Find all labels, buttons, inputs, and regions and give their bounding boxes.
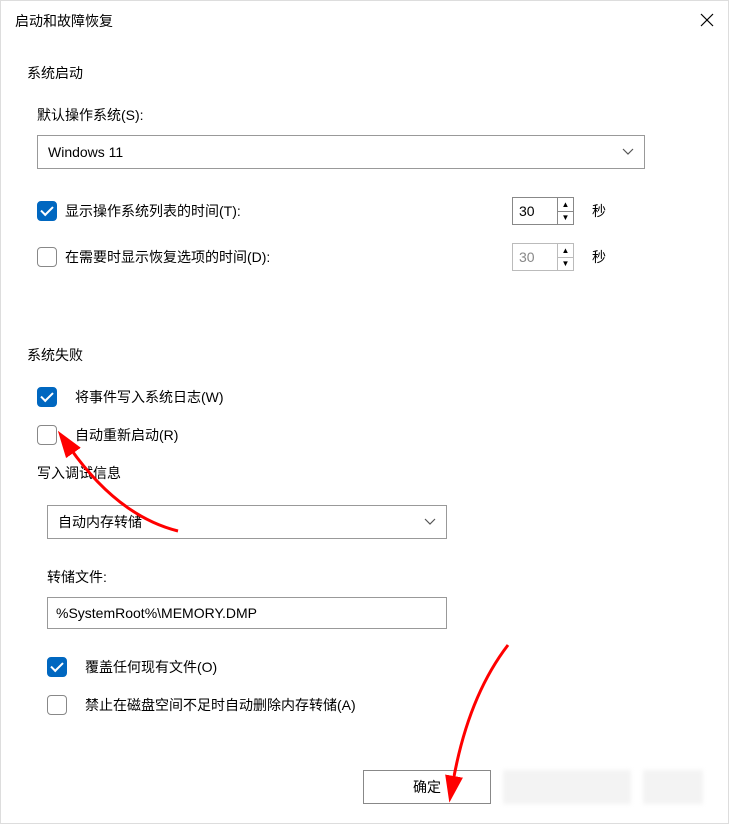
show-recovery-checkbox[interactable]	[37, 247, 57, 267]
close-icon	[700, 13, 714, 27]
ok-button[interactable]: 确定	[363, 770, 491, 804]
spin-up-icon: ▲	[558, 244, 573, 258]
titlebar: 启动和故障恢复	[1, 1, 728, 41]
blurred-area	[643, 770, 703, 804]
dump-file-input[interactable]	[47, 597, 447, 629]
disable-auto-delete-checkbox[interactable]	[47, 695, 67, 715]
blurred-button	[503, 770, 631, 804]
write-event-label: 将事件写入系统日志(W)	[75, 387, 224, 407]
close-button[interactable]	[682, 11, 714, 32]
debug-info-label: 写入调试信息	[37, 463, 702, 483]
write-event-checkbox[interactable]	[37, 387, 57, 407]
show-recovery-time-value: 30	[513, 244, 557, 270]
show-os-list-label: 显示操作系统列表的时间(T):	[65, 201, 241, 221]
dialog-title: 启动和故障恢复	[15, 11, 113, 31]
debug-info-value: 自动内存转储	[58, 512, 142, 532]
overwrite-checkbox[interactable]	[47, 657, 67, 677]
default-os-combo[interactable]: Windows 11	[37, 135, 645, 169]
chevron-down-icon	[622, 145, 634, 159]
show-recovery-time-spinner: 30 ▲ ▼	[512, 243, 574, 271]
chevron-down-icon	[424, 515, 436, 529]
spin-down-icon[interactable]: ▼	[558, 212, 573, 225]
seconds-unit: 秒	[592, 201, 606, 221]
auto-restart-checkbox[interactable]	[37, 425, 57, 445]
dump-file-label: 转储文件:	[47, 567, 702, 587]
default-os-label: 默认操作系统(S):	[37, 105, 702, 125]
auto-restart-label: 自动重新启动(R)	[75, 425, 178, 445]
overwrite-label: 覆盖任何现有文件(O)	[85, 657, 217, 677]
system-startup-label: 系统启动	[27, 63, 702, 83]
spin-up-icon[interactable]: ▲	[558, 198, 573, 212]
seconds-unit: 秒	[592, 247, 606, 267]
debug-info-combo[interactable]: 自动内存转储	[47, 505, 447, 539]
show-os-list-checkbox[interactable]	[37, 201, 57, 221]
show-recovery-label: 在需要时显示恢复选项的时间(D):	[65, 247, 270, 267]
system-failure-label: 系统失败	[27, 345, 702, 365]
button-row: 确定	[0, 760, 729, 814]
default-os-value: Windows 11	[48, 144, 123, 160]
spin-down-icon: ▼	[558, 258, 573, 271]
ok-button-label: 确定	[413, 777, 441, 797]
disable-auto-delete-label: 禁止在磁盘空间不足时自动删除内存转储(A)	[85, 695, 356, 715]
show-os-list-time-spinner[interactable]: 30 ▲ ▼	[512, 197, 574, 225]
startup-recovery-dialog: 启动和故障恢复 系统启动 默认操作系统(S): Windows 11 显示操作系…	[0, 0, 729, 824]
show-os-list-time-value: 30	[513, 198, 557, 224]
